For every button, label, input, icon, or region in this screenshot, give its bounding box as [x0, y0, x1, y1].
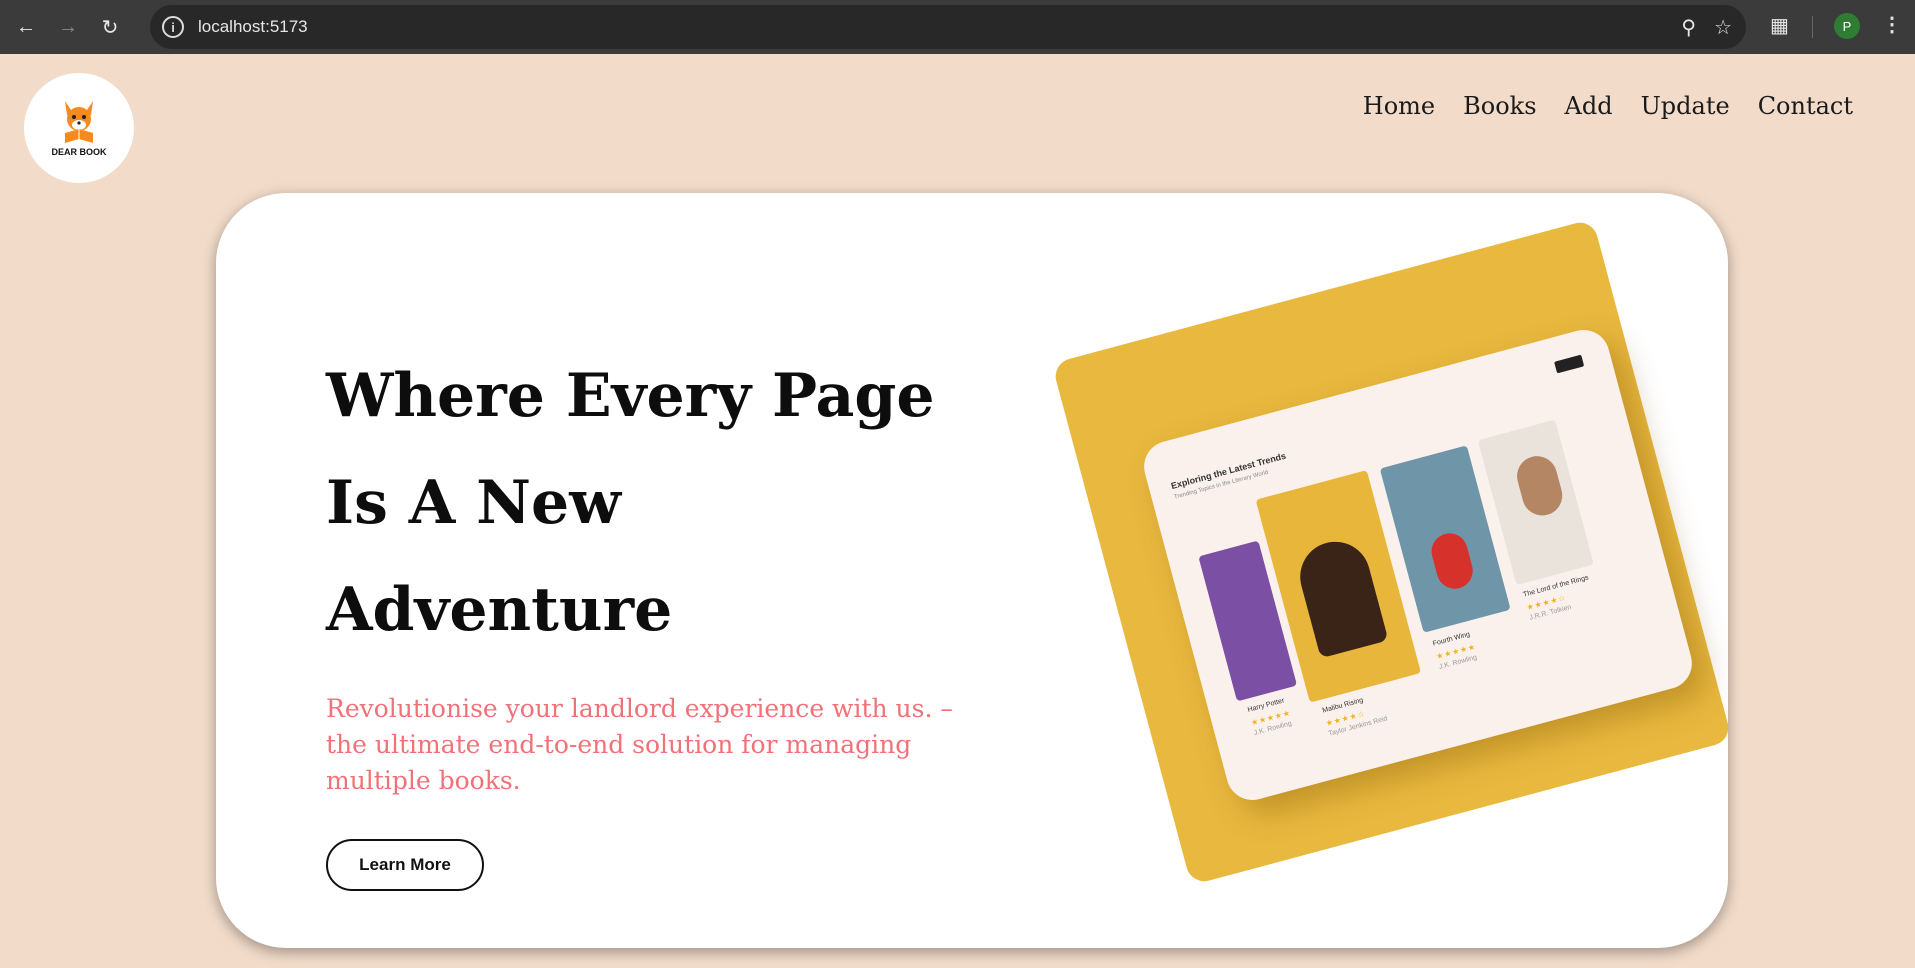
extensions-icon[interactable]: ▦	[1770, 13, 1789, 38]
tablet-button	[1554, 354, 1585, 374]
nav-home[interactable]: Home	[1363, 92, 1435, 120]
hero-title-line-2: Is A New	[326, 468, 621, 538]
site-logo[interactable]: DEAR BOOK	[24, 73, 134, 183]
menu-dots-icon[interactable]: ⋮	[1882, 12, 1902, 37]
nav-add[interactable]: Add	[1565, 92, 1613, 120]
toolbar-divider	[1812, 16, 1813, 38]
hero-title: Where Every Page Is A New Adventure	[326, 343, 1026, 664]
hero-title-line-3: Adventure	[326, 575, 673, 645]
reload-icon[interactable]: ↻	[94, 11, 126, 43]
profile-avatar[interactable]: P	[1834, 13, 1860, 39]
nav-contact[interactable]: Contact	[1758, 92, 1853, 120]
bookmark-star-icon[interactable]: ☆	[1714, 15, 1732, 40]
address-bar[interactable]: i localhost:5173 ⚲ ☆	[150, 5, 1746, 49]
nav-update[interactable]: Update	[1641, 92, 1730, 120]
learn-more-button[interactable]: Learn More	[326, 839, 484, 891]
nav-books[interactable]: Books	[1463, 92, 1536, 120]
browser-toolbar: ← → ↻ i localhost:5173 ⚲ ☆ ▦ P ⋮	[0, 0, 1915, 54]
main-nav: Home Books Add Update Contact	[1363, 92, 1853, 120]
fox-logo-icon	[65, 101, 93, 143]
hero-subtitle: Revolutionise your landlord experience w…	[326, 694, 953, 795]
zoom-icon[interactable]: ⚲	[1681, 15, 1696, 40]
url-text[interactable]: localhost:5173	[198, 17, 308, 37]
forward-icon[interactable]: →	[52, 11, 84, 43]
logo-text: DEAR BOOK	[51, 147, 107, 157]
site-info-icon[interactable]: i	[162, 16, 184, 38]
back-icon[interactable]: ←	[10, 11, 42, 43]
hero-title-line-1: Where Every Page	[326, 361, 935, 431]
